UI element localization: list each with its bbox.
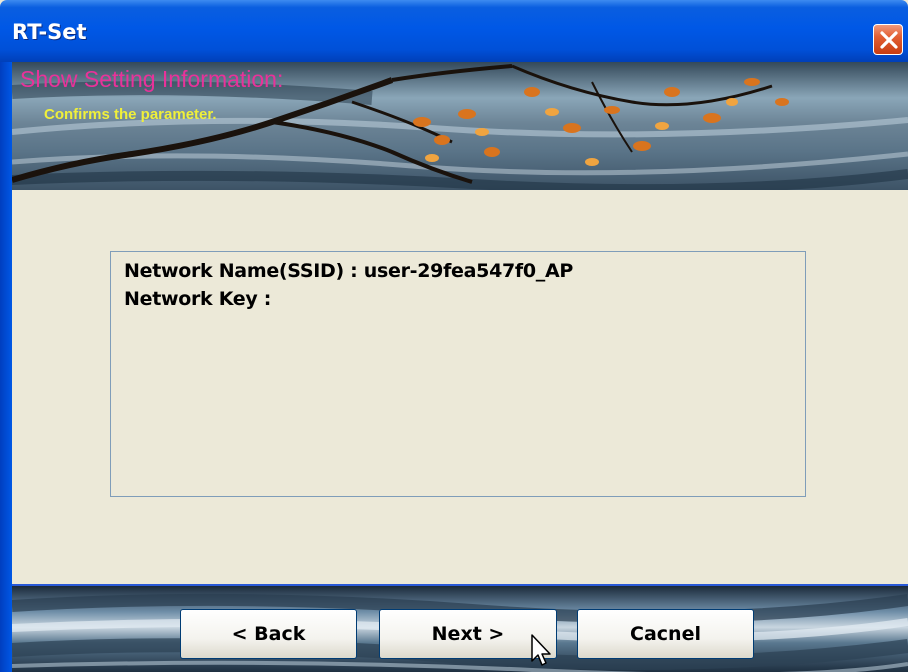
- setting-info-panel: Network Name(SSID) : user-29fea547f0_AP …: [110, 251, 806, 497]
- close-icon: [880, 31, 898, 49]
- banner-heading: Show Setting Information:: [20, 66, 284, 92]
- window-left-border: [0, 62, 12, 672]
- rt-set-dialog: RT-Set Show Setting Information: Confirm…: [0, 0, 908, 672]
- network-key-line: Network Key :: [124, 288, 272, 310]
- back-button[interactable]: < Back: [180, 609, 357, 659]
- title-bar[interactable]: RT-Set: [0, 0, 908, 62]
- cancel-button[interactable]: Cacnel: [577, 609, 754, 659]
- mouse-pointer-icon: [531, 634, 551, 666]
- banner-subheading: Confirms the parameter.: [44, 106, 217, 123]
- close-button[interactable]: [873, 24, 903, 55]
- window-title: RT-Set: [12, 20, 87, 44]
- ssid-line: Network Name(SSID) : user-29fea547f0_AP: [124, 260, 574, 282]
- header-banner: Show Setting Information: Confirms the p…: [12, 62, 908, 190]
